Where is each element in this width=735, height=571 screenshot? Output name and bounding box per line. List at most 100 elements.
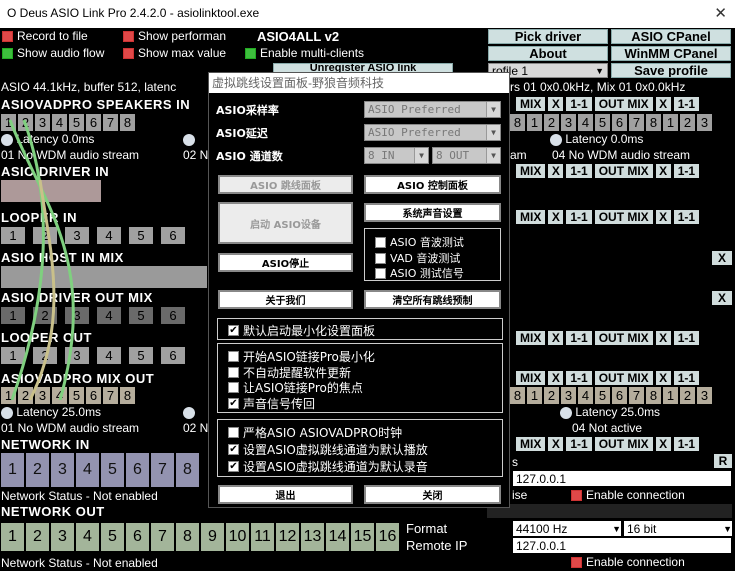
channel-button[interactable]: 3 xyxy=(35,387,50,404)
pick-driver-button[interactable]: Pick driver xyxy=(488,29,608,44)
start-asio-button[interactable]: 启动 ASIO设备 xyxy=(218,202,353,244)
close-icon[interactable]: X xyxy=(548,210,564,224)
channel-button[interactable]: 4 xyxy=(578,114,593,131)
one-to-one-button[interactable]: 1-1 xyxy=(566,437,592,451)
channel-button[interactable]: 5 xyxy=(101,523,124,551)
channel-button[interactable]: 8 xyxy=(120,387,135,404)
channel-button[interactable]: 3 xyxy=(65,347,89,364)
reset-button[interactable]: R xyxy=(714,454,732,468)
channel-button[interactable]: 2 xyxy=(680,387,695,404)
close-icon[interactable]: X xyxy=(712,291,732,305)
default-record-checkbox[interactable]: ✔ 设置ASIO虚拟跳线通道为默认录音 xyxy=(228,458,428,475)
close-icon[interactable]: X xyxy=(548,164,564,178)
channel-button[interactable]: 2 xyxy=(33,347,57,364)
one-to-one-button[interactable]: 1-1 xyxy=(566,371,592,385)
one-to-one-button[interactable]: 1-1 xyxy=(566,164,592,178)
default-playback-checkbox[interactable]: ✔ 设置ASIO虚拟跳线通道为默认播放 xyxy=(228,441,428,458)
mix-button[interactable]: MIX xyxy=(516,97,546,111)
save-profile-button[interactable]: Save profile xyxy=(611,63,731,78)
strict-clock-checkbox[interactable]: 严格ASIO ASIOVADPRO时钟 xyxy=(228,424,402,441)
test-signal-checkbox[interactable]: ASIO 测试信号 xyxy=(375,265,464,281)
channel-button[interactable]: 3 xyxy=(561,114,576,131)
close-icon[interactable]: X xyxy=(655,164,671,178)
channel-button[interactable]: 3 xyxy=(51,523,74,551)
channel-button[interactable]: 6 xyxy=(126,453,149,487)
channel-button[interactable]: 1 xyxy=(1,307,25,324)
channel-button[interactable]: 2 xyxy=(18,114,33,131)
close-icon[interactable]: X xyxy=(655,97,671,111)
knob-icon[interactable] xyxy=(183,405,195,419)
one-to-one-button[interactable]: 1-1 xyxy=(673,164,700,178)
channel-button[interactable]: 2 xyxy=(680,114,695,131)
mix-button[interactable]: MIX xyxy=(516,437,546,451)
focus-checkbox[interactable]: 让ASIO链接Pro的焦点 xyxy=(228,379,363,396)
enable-multi-clients-checkbox[interactable]: Enable multi-clients xyxy=(245,46,364,60)
channel-button[interactable]: 6 xyxy=(161,347,185,364)
channel-button[interactable]: 4 xyxy=(76,523,99,551)
one-to-one-button[interactable]: 1-1 xyxy=(673,210,700,224)
show-audio-flow-checkbox[interactable]: Show audio flow xyxy=(2,46,104,60)
channel-button[interactable]: 2 xyxy=(544,387,559,404)
asio-cpanel-button[interactable]: ASIO CPanel xyxy=(611,29,731,44)
knob-icon[interactable] xyxy=(1,406,13,419)
channel-button[interactable]: 4 xyxy=(97,227,121,244)
one-to-one-button[interactable]: 1-1 xyxy=(673,437,700,451)
channel-button[interactable]: 13 xyxy=(301,523,324,551)
channel-button[interactable]: 1 xyxy=(1,387,16,404)
close-icon[interactable]: X xyxy=(712,251,732,265)
channel-button[interactable]: 7 xyxy=(103,114,118,131)
channel-button[interactable]: 8 xyxy=(646,114,661,131)
channel-button[interactable]: 2 xyxy=(18,387,33,404)
show-performance-checkbox[interactable]: Show performan xyxy=(123,29,241,43)
out-channels-select[interactable]: 8 OUT ▼ xyxy=(432,147,501,164)
channel-button[interactable]: 6 xyxy=(161,227,185,244)
channel-button[interactable]: 4 xyxy=(578,387,593,404)
about-us-button[interactable]: 关于我们 xyxy=(218,290,353,309)
close-icon[interactable]: X xyxy=(655,331,671,345)
channel-button[interactable]: 1 xyxy=(1,523,24,551)
sample-rate-select[interactable]: 44100 Hz ▼ xyxy=(513,521,621,536)
channel-button[interactable]: 2 xyxy=(33,307,57,324)
channel-button[interactable]: 7 xyxy=(151,523,174,551)
enable-connection-checkbox[interactable]: Enable connection xyxy=(571,555,685,569)
knob-icon[interactable] xyxy=(183,132,195,146)
out-mix-button[interactable]: OUT MIX xyxy=(594,331,653,345)
channel-button[interactable]: 5 xyxy=(69,387,84,404)
winmm-cpanel-button[interactable]: WinMM CPanel xyxy=(611,46,731,61)
channel-button[interactable]: 5 xyxy=(101,453,124,487)
mix-button[interactable]: MIX xyxy=(516,164,546,178)
one-to-one-button[interactable]: 1-1 xyxy=(673,97,700,111)
in-channels-select[interactable]: 8 IN ▼ xyxy=(364,147,429,164)
patch-panel-button[interactable]: ASIO 跳线面板 xyxy=(218,175,353,194)
channel-button[interactable]: 14 xyxy=(326,523,349,551)
channel-button[interactable]: 8 xyxy=(646,387,661,404)
channel-button[interactable]: 3 xyxy=(697,114,712,131)
channel-button[interactable]: 15 xyxy=(351,523,374,551)
channel-button[interactable]: 11 xyxy=(251,523,274,551)
channel-button[interactable]: 7 xyxy=(629,114,644,131)
sample-rate-select[interactable]: ASIO Preferred ▼ xyxy=(364,101,501,118)
one-to-one-button[interactable]: 1-1 xyxy=(673,331,700,345)
record-to-file-checkbox[interactable]: Record to file xyxy=(2,29,88,43)
channel-button[interactable]: 3 xyxy=(561,387,576,404)
channel-button[interactable]: 5 xyxy=(129,227,153,244)
channel-button[interactable]: 16 xyxy=(376,523,399,551)
channel-button[interactable]: 1 xyxy=(527,114,542,131)
enable-connection-checkbox[interactable]: Enable connection xyxy=(571,488,685,502)
remote-ip-field[interactable]: 127.0.0.1 xyxy=(513,538,731,553)
channel-button[interactable]: 5 xyxy=(129,347,153,364)
channel-button[interactable]: 3 xyxy=(65,227,89,244)
close-icon[interactable]: X xyxy=(655,210,671,224)
channel-button[interactable]: 6 xyxy=(86,387,101,404)
channel-button[interactable]: 6 xyxy=(126,523,149,551)
close-icon[interactable]: X xyxy=(548,371,564,385)
channel-button[interactable]: 5 xyxy=(129,307,153,324)
channel-button[interactable]: 8 xyxy=(120,114,135,131)
channel-button[interactable]: 12 xyxy=(276,523,299,551)
stop-asio-button[interactable]: ASIO停止 xyxy=(218,253,353,272)
mix-button[interactable]: MIX xyxy=(516,331,546,345)
exit-button[interactable]: 退出 xyxy=(218,485,353,504)
close-button[interactable]: 关闭 xyxy=(364,485,501,504)
channel-button[interactable]: 2 xyxy=(33,227,57,244)
close-icon[interactable]: X xyxy=(655,371,671,385)
